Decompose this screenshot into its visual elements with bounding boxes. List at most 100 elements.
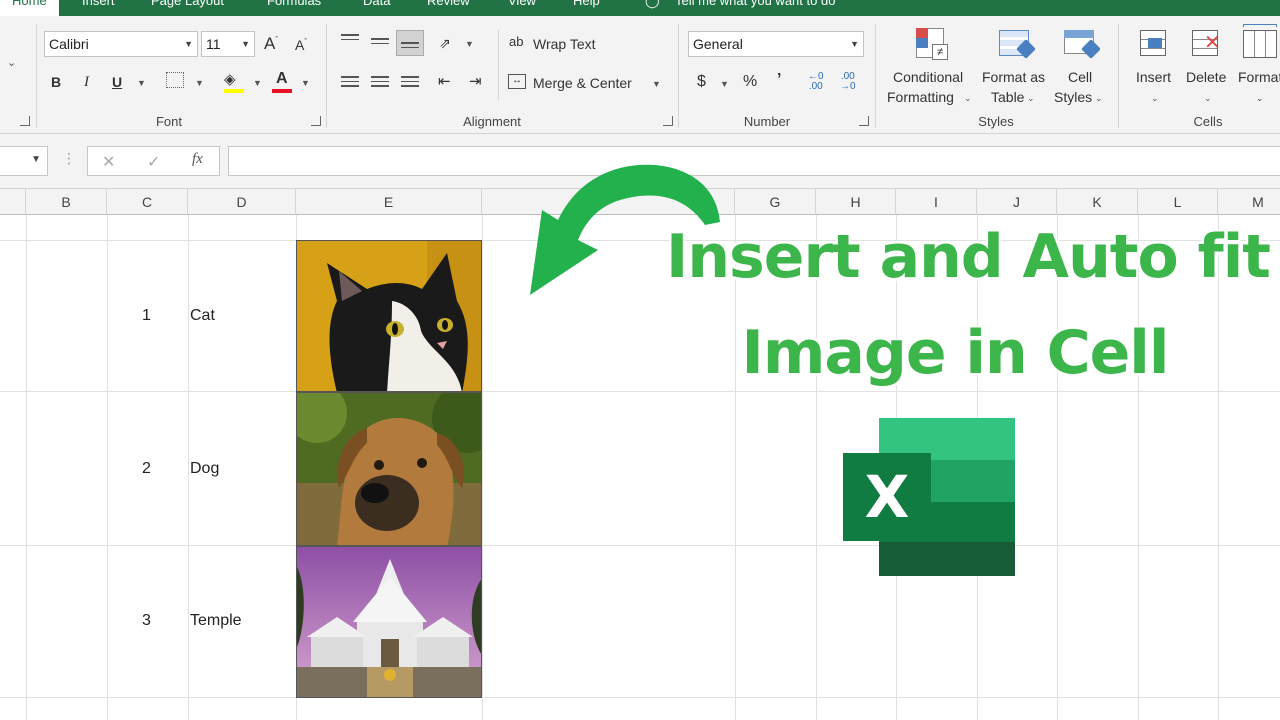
underline-dropdown-icon[interactable]: ▼: [137, 78, 146, 88]
column-header-e[interactable]: E: [296, 189, 482, 215]
format-dropdown-icon[interactable]: ⌄: [1256, 93, 1264, 104]
headline-line-1: Insert and Auto fit: [666, 222, 1271, 292]
column-header-h[interactable]: H: [816, 189, 896, 215]
conditional-formatting-dropdown-icon[interactable]: ⌄: [964, 93, 972, 104]
tab-help[interactable]: Help: [573, 0, 600, 8]
name-box[interactable]: ▼: [0, 146, 48, 176]
insert-function-icon[interactable]: fx: [192, 151, 203, 168]
insert-button[interactable]: Insert: [1136, 69, 1171, 85]
insert-dropdown-icon[interactable]: ⌄: [1151, 93, 1159, 104]
dog-image[interactable]: [296, 392, 482, 546]
decrease-font-icon[interactable]: Aˇ: [295, 37, 307, 53]
tell-me-search[interactable]: Tell me what you want to do: [675, 0, 835, 8]
wrap-text-button[interactable]: Wrap Text: [533, 36, 596, 52]
underline-button[interactable]: U: [112, 74, 122, 90]
formula-input[interactable]: [228, 146, 1280, 176]
formula-bar-splitter[interactable]: ⋮: [62, 150, 76, 167]
font-name-select[interactable]: Calibri ▼: [44, 31, 198, 57]
format-as-table-dropdown-icon[interactable]: ⌄: [1027, 93, 1035, 104]
delete-dropdown-icon[interactable]: ⌄: [1204, 93, 1212, 104]
number-launcher-icon[interactable]: [859, 116, 869, 126]
group-label-styles: Styles: [978, 114, 1014, 129]
tab-data[interactable]: Data: [363, 0, 390, 8]
tab-page-layout[interactable]: Page Layout: [151, 0, 224, 8]
align-bottom-icon: [401, 42, 419, 56]
conditional-formatting-label-2[interactable]: Formatting: [887, 89, 954, 105]
name-box-dropdown-icon[interactable]: ▼: [31, 154, 41, 165]
tab-review[interactable]: Review: [427, 0, 470, 8]
borders-dropdown-icon[interactable]: ▼: [195, 78, 204, 88]
decrease-decimal-icon[interactable]: .00 →0: [840, 72, 856, 92]
align-center-icon[interactable]: [371, 76, 389, 90]
row-header-corner[interactable]: [0, 189, 26, 215]
increase-font-icon[interactable]: Aˆ: [264, 34, 278, 54]
tab-insert[interactable]: Insert: [82, 0, 115, 8]
align-left-icon[interactable]: [341, 76, 359, 90]
currency-button[interactable]: $: [697, 73, 706, 91]
fill-color-dropdown-icon[interactable]: ▼: [253, 78, 262, 88]
cat-image[interactable]: [296, 240, 482, 392]
temple-image[interactable]: [296, 546, 482, 698]
tab-home[interactable]: Home: [0, 0, 59, 16]
fill-color-swatch: [224, 89, 244, 93]
excel-logo-letter: X: [843, 453, 931, 541]
percent-button[interactable]: %: [743, 73, 757, 91]
font-size-select[interactable]: 11 ▼: [201, 31, 255, 57]
column-header-b[interactable]: B: [26, 189, 107, 215]
currency-dropdown-icon[interactable]: ▼: [720, 79, 729, 89]
cell-c-number[interactable]: 3: [142, 612, 151, 630]
font-color-swatch: [272, 89, 292, 93]
alignment-launcher-icon[interactable]: [663, 116, 673, 126]
cell-styles-label-1[interactable]: Cell: [1068, 69, 1092, 85]
column-header-g[interactable]: G: [735, 189, 816, 215]
cell-styles-label-2[interactable]: Styles: [1054, 89, 1092, 105]
chevron-down-icon[interactable]: ⌄: [7, 56, 16, 69]
column-header-m[interactable]: M: [1218, 189, 1280, 215]
column-header-k[interactable]: K: [1057, 189, 1138, 215]
bold-button[interactable]: B: [51, 74, 61, 90]
align-right-icon[interactable]: [401, 76, 419, 90]
align-middle-icon[interactable]: [371, 38, 389, 52]
increase-indent-icon[interactable]: ⇥: [469, 72, 482, 90]
cell-d-name[interactable]: Temple: [190, 612, 242, 630]
format-button[interactable]: Format: [1238, 69, 1280, 85]
column-header-i[interactable]: I: [896, 189, 977, 215]
font-launcher-icon[interactable]: [311, 116, 321, 126]
column-header-c[interactable]: C: [107, 189, 188, 215]
column-header-d[interactable]: D: [188, 189, 296, 215]
merge-dropdown-icon[interactable]: ▼: [652, 79, 661, 89]
conditional-formatting-icon: ≠: [912, 26, 950, 62]
decrease-indent-icon[interactable]: ⇤: [438, 72, 451, 90]
borders-icon[interactable]: [166, 72, 184, 88]
column-header-l[interactable]: L: [1138, 189, 1218, 215]
cell-d-name[interactable]: Cat: [190, 307, 215, 325]
cell-d-name[interactable]: Dog: [190, 460, 219, 478]
cancel-icon[interactable]: ✕: [102, 152, 115, 172]
format-as-table-label-2[interactable]: Table: [991, 89, 1024, 105]
font-color-dropdown-icon[interactable]: ▼: [301, 78, 310, 88]
number-format-value: General: [693, 36, 743, 52]
format-cells-icon: [1241, 24, 1280, 62]
column-header-j[interactable]: J: [977, 189, 1057, 215]
comma-button[interactable]: ’: [777, 71, 781, 89]
font-color-icon[interactable]: A: [276, 70, 288, 88]
clipboard-launcher-icon[interactable]: [20, 116, 30, 126]
delete-button[interactable]: Delete: [1186, 69, 1226, 85]
fill-color-icon[interactable]: ◈: [224, 70, 236, 88]
tab-view[interactable]: View: [508, 0, 536, 8]
tab-formulas[interactable]: Formulas: [267, 0, 321, 8]
orientation-dropdown-icon[interactable]: ▼: [465, 39, 474, 49]
cell-c-number[interactable]: 1: [142, 307, 151, 325]
format-as-table-label-1[interactable]: Format as: [982, 69, 1045, 85]
conditional-formatting-label-1[interactable]: Conditional: [893, 69, 963, 85]
increase-decimal-icon[interactable]: ←0.00: [808, 72, 824, 92]
cell-styles-dropdown-icon[interactable]: ⌄: [1095, 93, 1103, 104]
ribbon: ⌄ Calibri ▼ 11 ▼ Aˆ Aˇ B I U ▼ ▼ ◈ ▼ A ▼ F…: [0, 16, 1280, 134]
italic-button[interactable]: I: [84, 74, 89, 91]
orientation-icon[interactable]: ⇗: [439, 35, 451, 52]
enter-icon[interactable]: ✓: [147, 152, 160, 172]
cell-c-number[interactable]: 2: [142, 460, 151, 478]
align-top-icon[interactable]: [341, 34, 359, 48]
number-format-select[interactable]: General ▼: [688, 31, 864, 57]
merge-center-button[interactable]: Merge & Center: [533, 75, 632, 91]
